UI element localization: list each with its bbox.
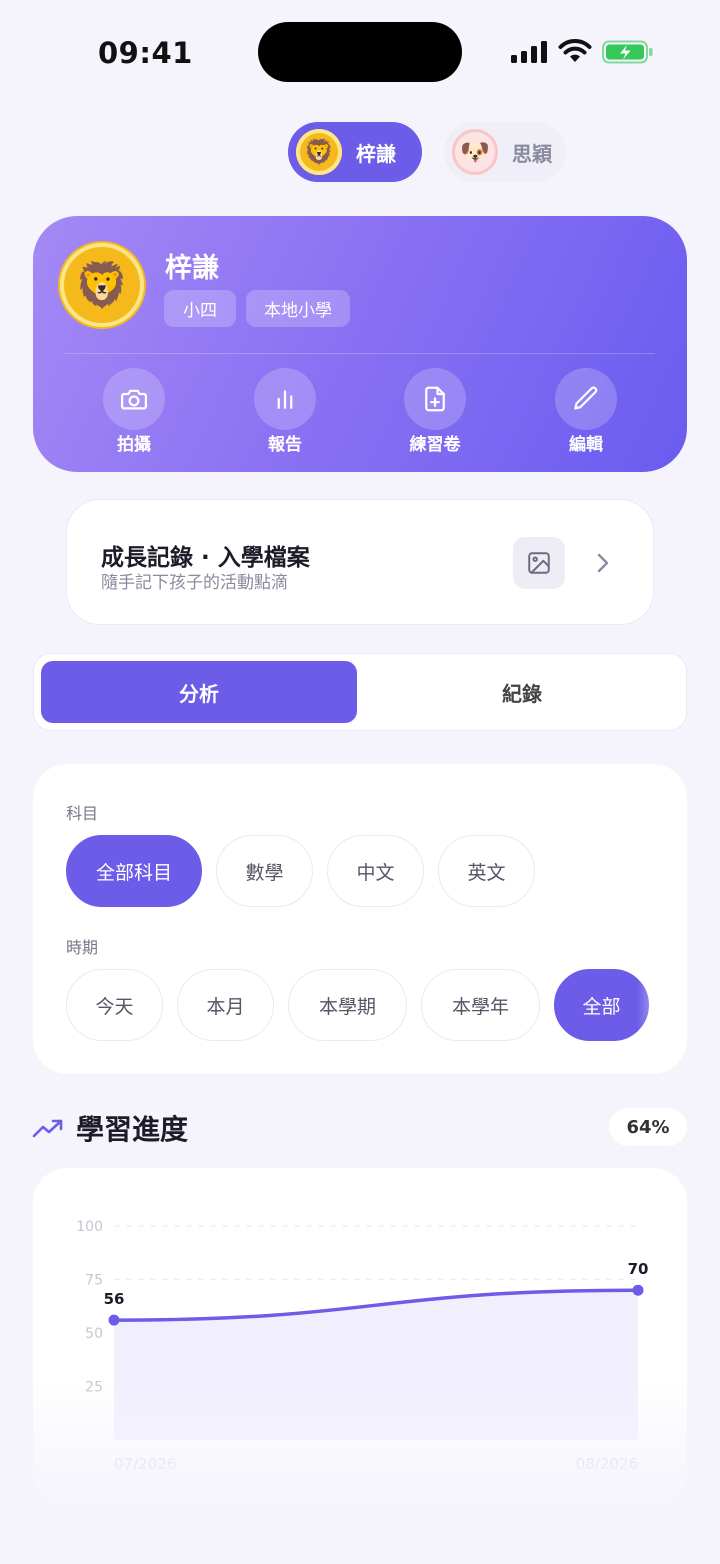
- subject-chip-chinese[interactable]: 中文: [327, 835, 424, 907]
- camera-icon: [121, 389, 147, 410]
- wifi-icon: [558, 39, 592, 62]
- pencil-icon: [574, 386, 598, 410]
- scroll-fade: [637, 954, 687, 1044]
- subject-chip-math[interactable]: 數學: [216, 835, 313, 907]
- progress-percent-badge: 64%: [609, 1108, 687, 1146]
- profile-avatar: 🦁: [60, 243, 144, 327]
- progress-title: 學習進度: [76, 1113, 189, 1146]
- period-label: 時期: [66, 938, 99, 957]
- data-point: [108, 1314, 120, 1326]
- grade-tag: 小四: [164, 290, 236, 327]
- trending-up-icon: [32, 1119, 63, 1138]
- period-chip-semester[interactable]: 本學期: [288, 969, 407, 1041]
- y-tick-label: 75: [85, 1273, 103, 1289]
- child-name: 梓謙: [356, 141, 396, 166]
- data-label: 70: [628, 1260, 649, 1278]
- series-area: [114, 1290, 638, 1440]
- y-tick-label: 25: [85, 1380, 103, 1396]
- x-tick-label: 08/2026: [576, 1455, 638, 1473]
- subject-chip-english[interactable]: 英文: [438, 835, 535, 907]
- chevron-right-icon: [597, 553, 609, 573]
- y-tick-label: 100: [76, 1219, 103, 1235]
- growth-record-card[interactable]: 成長記錄 · 入學檔案 隨手記下孩子的活動點滴: [66, 499, 654, 625]
- worksheet-button[interactable]: 練習卷: [385, 368, 485, 455]
- image-button[interactable]: [513, 537, 565, 589]
- school-type-tag: 本地小學: [246, 290, 350, 327]
- period-chip-today[interactable]: 今天: [66, 969, 163, 1041]
- growth-subtitle: 隨手記下孩子的活動點滴: [101, 573, 288, 593]
- profile-card: 🦁 梓謙 小四 本地小學 拍攝 報告 練習卷 編輯: [33, 216, 687, 472]
- bar-chart-icon: [277, 390, 293, 409]
- subject-chip-all[interactable]: 全部科目: [66, 835, 202, 907]
- tab-analysis[interactable]: 分析: [41, 661, 357, 723]
- data-label: 56: [104, 1290, 125, 1308]
- edit-button[interactable]: 編輯: [536, 368, 636, 455]
- action-label: 拍攝: [117, 435, 151, 455]
- status-time: 09:41: [98, 36, 193, 70]
- child-switch-siying[interactable]: 🐶 思穎: [444, 122, 566, 182]
- camera-button[interactable]: 拍攝: [84, 368, 184, 455]
- image-icon: [528, 552, 550, 574]
- battery-charging-icon: [602, 40, 653, 64]
- period-chip-school-year[interactable]: 本學年: [421, 969, 540, 1041]
- progress-chart: 25 50 75 100 56 70 07/2026 08/2026: [76, 1219, 649, 1473]
- lion-avatar-icon: 🦁: [296, 129, 342, 175]
- action-label: 報告: [268, 435, 302, 455]
- file-plus-icon: [425, 386, 445, 412]
- status-bar: 09:41: [0, 0, 720, 104]
- y-tick-label: 50: [85, 1326, 103, 1342]
- period-chip-month[interactable]: 本月: [177, 969, 274, 1041]
- filter-card: 科目 全部科目 數學 中文 英文 時期 今天 本月 本學期 本學年 全部: [33, 764, 687, 1074]
- analysis-tabs: 分析 紀錄: [33, 653, 687, 731]
- dog-avatar-icon: 🐶: [452, 129, 498, 175]
- growth-title: 成長記錄 · 入學檔案: [101, 545, 310, 571]
- period-chip-all[interactable]: 全部: [554, 969, 649, 1041]
- cellular-signal-icon: [511, 41, 547, 63]
- action-label: 編輯: [569, 435, 603, 455]
- action-label: 練習卷: [409, 435, 461, 455]
- subject-label: 科目: [66, 804, 99, 823]
- dynamic-island: [258, 22, 462, 82]
- child-switch-zixian[interactable]: 🦁 梓謙: [288, 122, 422, 182]
- data-point: [632, 1284, 644, 1296]
- profile-name: 梓謙: [165, 253, 219, 284]
- child-name: 思穎: [512, 141, 552, 166]
- x-tick-label: 07/2026: [114, 1455, 176, 1473]
- progress-chart-card: 25 50 75 100 56 70 07/2026 08/2026: [33, 1168, 687, 1508]
- tab-records[interactable]: 紀錄: [364, 661, 680, 723]
- profile-divider: [65, 353, 655, 354]
- report-button[interactable]: 報告: [235, 368, 335, 455]
